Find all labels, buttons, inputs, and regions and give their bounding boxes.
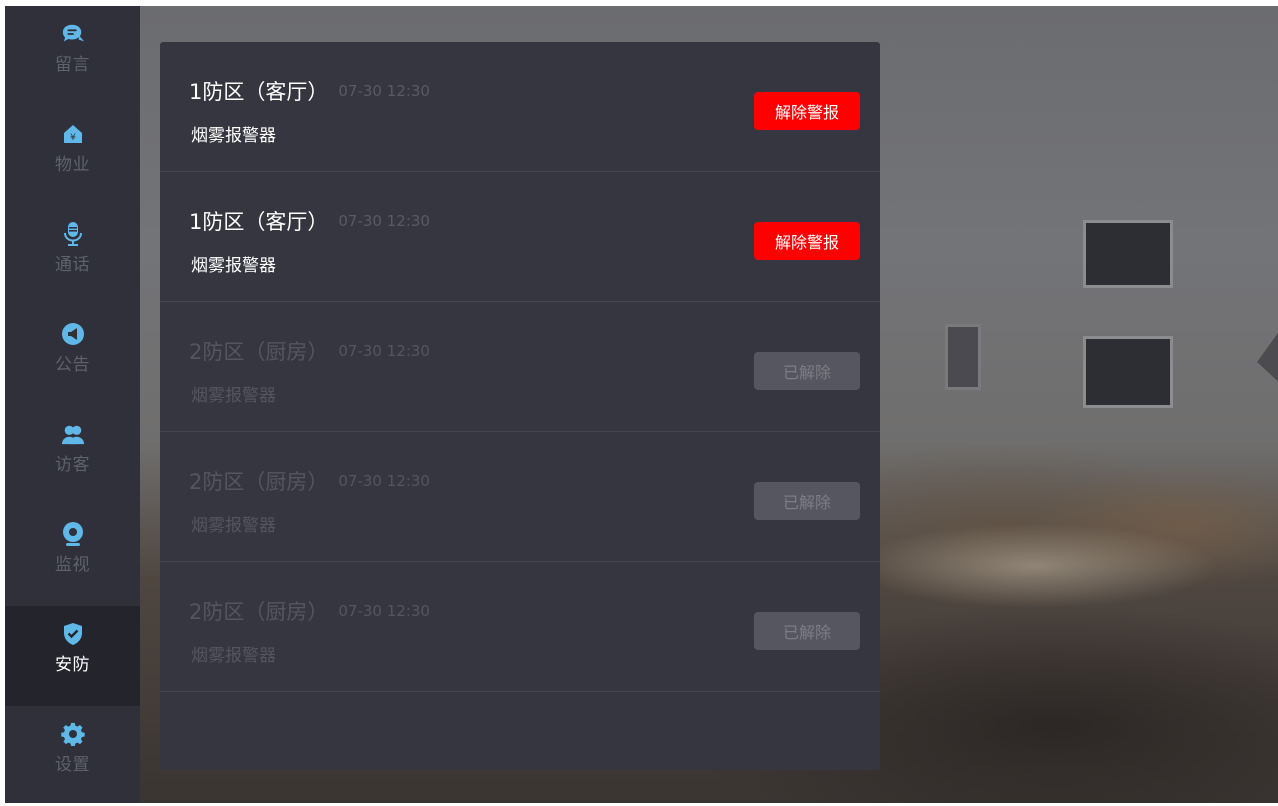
sidebar-item-label: 物业 (55, 155, 90, 175)
alarm-time: 07-30 12:30 (338, 472, 430, 490)
alarm-zone: 2防区（厨房） (189, 340, 329, 364)
microphone-icon (61, 222, 85, 246)
sidebar-item-property[interactable]: ¥ 物业 (5, 106, 140, 206)
sidebar-item-message[interactable]: 留言 (5, 6, 140, 106)
sidebar-item-monitor[interactable]: 监视 (5, 506, 140, 606)
alarm-device: 烟雾报警器 (191, 646, 276, 666)
sidebar-item-call[interactable]: 通话 (5, 206, 140, 306)
svg-text:¥: ¥ (70, 133, 76, 143)
sidebar-item-settings[interactable]: 设置 (5, 706, 140, 806)
megaphone-icon (61, 322, 85, 346)
sidebar-item-visitor[interactable]: 访客 (5, 406, 140, 506)
alarm-zone: 2防区（厨房） (189, 470, 329, 494)
message-icon (61, 22, 85, 46)
cleared-status-button: 已解除 (754, 612, 860, 650)
sidebar-item-label: 公告 (55, 355, 90, 375)
alarm-time: 07-30 12:30 (338, 82, 430, 100)
sidebar-item-security[interactable]: 安防 (5, 606, 140, 706)
sidebar-nav: 留言 ¥ 物业 通话 公告 访客 监视 安防 设置 (5, 6, 140, 803)
cleared-status-button: 已解除 (754, 482, 860, 520)
alarm-time: 07-30 12:30 (338, 602, 430, 620)
alarm-zone: 1防区（客厅） (189, 210, 329, 234)
sidebar-item-label: 监视 (55, 555, 90, 575)
alarm-row: 1防区（客厅） 07-30 12:30 烟雾报警器 解除警报 (160, 42, 880, 172)
sidebar-item-notice[interactable]: 公告 (5, 306, 140, 406)
alarm-time: 07-30 12:30 (338, 342, 430, 360)
camera-icon (61, 522, 85, 546)
alarm-device: 烟雾报警器 (191, 386, 276, 406)
wall-picture-frame (1083, 220, 1173, 288)
alarm-zone: 2防区（厨房） (189, 600, 329, 624)
property-home-icon: ¥ (61, 122, 85, 146)
alarm-row: 1防区（客厅） 07-30 12:30 烟雾报警器 解除警报 (160, 172, 880, 302)
shield-check-icon (61, 622, 85, 646)
sidebar-item-label: 设置 (55, 755, 90, 775)
alarm-row: 2防区（厨房） 07-30 12:30 烟雾报警器 已解除 (160, 562, 880, 692)
sidebar-item-label: 通话 (55, 255, 90, 275)
alarm-device: 烟雾报警器 (191, 126, 276, 146)
alarm-row: 2防区（厨房） 07-30 12:30 烟雾报警器 已解除 (160, 302, 880, 432)
cleared-status-button: 已解除 (754, 352, 860, 390)
wall-picture-frame (1083, 336, 1173, 408)
lamp-shade (1257, 326, 1278, 386)
alarm-list-panel: 1防区（客厅） 07-30 12:30 烟雾报警器 解除警报 1防区（客厅） 07-… (160, 42, 880, 770)
wall-sconce (945, 324, 981, 390)
sidebar-item-label: 安防 (55, 655, 90, 675)
alarm-device: 烟雾报警器 (191, 516, 276, 536)
dismiss-alarm-button[interactable]: 解除警报 (754, 92, 860, 130)
alarm-row: 2防区（厨房） 07-30 12:30 烟雾报警器 已解除 (160, 432, 880, 562)
visitors-icon (61, 422, 85, 446)
alarm-zone: 1防区（客厅） (189, 80, 329, 104)
alarm-device: 烟雾报警器 (191, 256, 276, 276)
alarm-time: 07-30 12:30 (338, 212, 430, 230)
sidebar-item-label: 留言 (55, 55, 90, 75)
sidebar-item-label: 访客 (55, 455, 90, 475)
gear-icon (60, 722, 85, 746)
dismiss-alarm-button[interactable]: 解除警报 (754, 222, 860, 260)
